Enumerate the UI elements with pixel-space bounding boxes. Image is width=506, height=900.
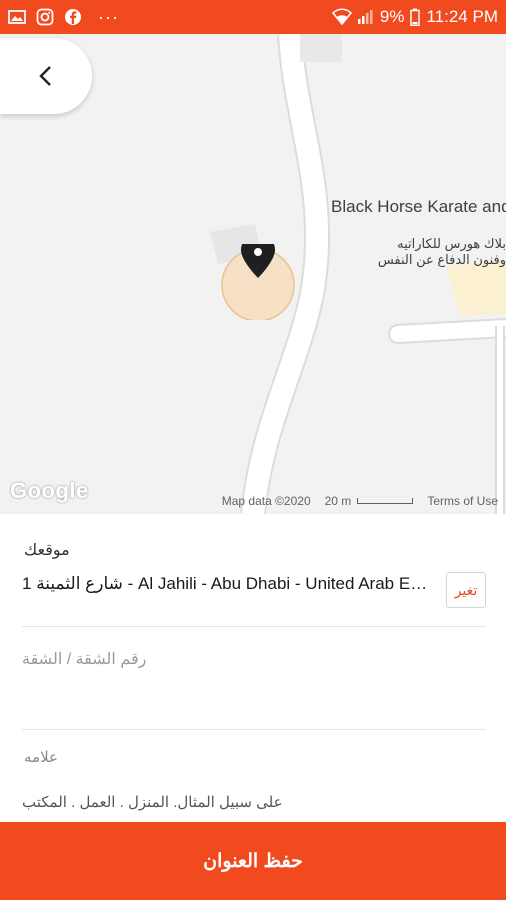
location-label: موقعك	[24, 542, 70, 559]
terms-link[interactable]: Terms of Use	[427, 494, 498, 508]
divider	[22, 729, 486, 730]
clock: 11:24 PM	[426, 7, 498, 26]
google-logo[interactable]: Google	[10, 478, 89, 504]
divider	[22, 626, 486, 627]
status-right: 9% 11:24 PM	[331, 7, 498, 27]
label-field-title: علامه	[24, 749, 58, 766]
map-data-text[interactable]: Map data ©2020	[222, 494, 311, 508]
signal-icon	[356, 8, 374, 26]
battery-percent: 9%	[379, 7, 405, 26]
poi-name-ar[interactable]: بلاك هورس للكاراتيه وفنون الدفاع عن النف…	[346, 236, 506, 268]
wifi-icon	[331, 8, 352, 26]
chevron-left-icon	[39, 66, 51, 86]
facebook-icon	[64, 8, 82, 26]
location-value: 1 شارع الثمينة - Al Jahili - Abu Dhabi -…	[22, 574, 432, 593]
gallery-icon	[8, 8, 26, 26]
poi-name-ar-line2: وفنون الدفاع عن النفس	[377, 252, 506, 267]
map-view[interactable]: Black Horse Karate and Martial Arts بلاك…	[0, 34, 506, 514]
address-label-field[interactable]	[22, 784, 486, 820]
poi-name-ar-line1: بلاك هورس للكاراتيه	[397, 236, 506, 251]
map-attribution: Map data ©2020 20 m Terms of Use	[222, 494, 498, 508]
location-pin[interactable]	[221, 234, 297, 325]
battery-icon	[410, 8, 421, 27]
scale-bar	[357, 498, 414, 504]
scale-indicator: 20 m	[325, 494, 414, 508]
apartment-field[interactable]	[22, 640, 486, 680]
status-bar: ··· 9% 11:24 PM	[0, 0, 506, 34]
poi-name-en[interactable]: Black Horse Karate and Martial Arts	[331, 196, 506, 217]
instagram-icon	[36, 8, 54, 26]
back-button[interactable]	[0, 38, 92, 114]
scale-label: 20 m	[324, 494, 352, 508]
change-location-button[interactable]: تغير	[446, 572, 486, 608]
save-address-button[interactable]: حفظ العنوان	[0, 822, 506, 900]
status-left-icons: ···	[8, 7, 119, 28]
more-notifications-icon: ···	[98, 6, 119, 27]
